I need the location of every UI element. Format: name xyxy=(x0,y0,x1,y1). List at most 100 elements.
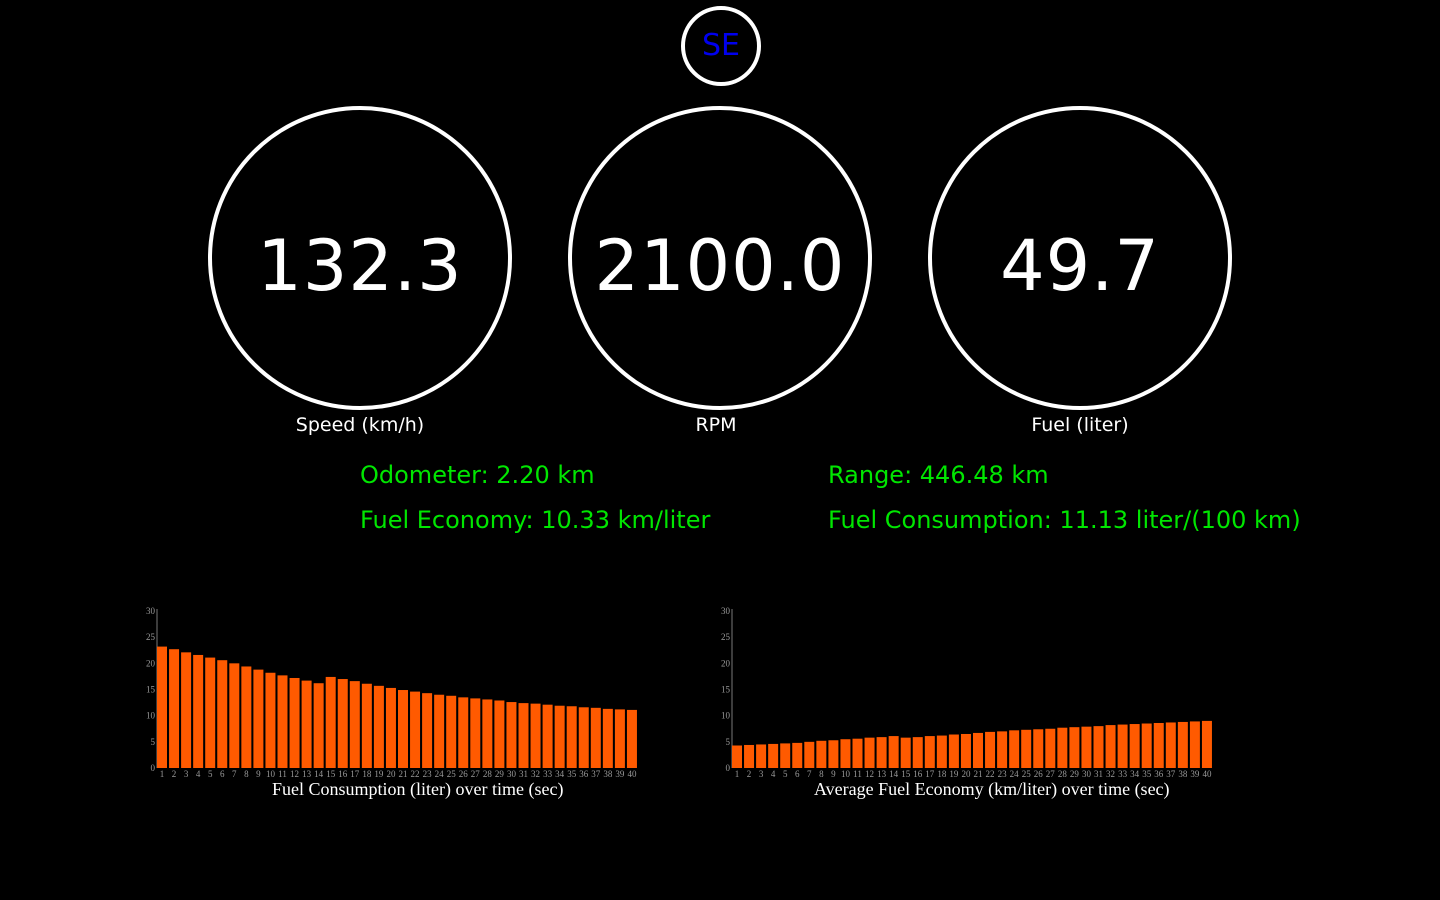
fuel-consumption-bar xyxy=(518,703,529,768)
fuel-economy-x-tick-label: 33 xyxy=(1118,769,1128,779)
fuel-consumption-bar xyxy=(554,705,565,768)
range-readout: Range: 446.48 km xyxy=(828,461,1049,489)
fuel-economy-x-tick-label: 37 xyxy=(1166,769,1176,779)
fuel-economy-x-tick-label: 39 xyxy=(1190,769,1200,779)
fuel-consumption-x-tick-label: 39 xyxy=(615,769,625,779)
fuel-economy-x-tick-label: 14 xyxy=(889,769,899,779)
fuel-consumption-x-tick-label: 23 xyxy=(423,769,433,779)
fuel-economy-bar xyxy=(744,744,755,768)
fuel-consumption-bar xyxy=(205,657,216,768)
fuel-consumption-bar xyxy=(289,677,300,768)
fuel-consumption-bar xyxy=(277,675,288,768)
fuel-economy-bar xyxy=(888,736,899,768)
fuel-consumption-bar xyxy=(361,683,372,768)
fuel-consumption-x-tick-label: 29 xyxy=(495,769,505,779)
fuel-consumption-x-tick-label: 33 xyxy=(543,769,553,779)
speed-gauge: 132.3 xyxy=(208,106,512,410)
fuel-consumption-x-tick-label: 24 xyxy=(435,769,445,779)
fuel-economy-bar xyxy=(1177,721,1188,768)
fuel-economy-bar xyxy=(985,731,996,768)
fuel-economy-bar xyxy=(936,735,947,768)
fuel-consumption-x-tick-label: 17 xyxy=(350,769,360,779)
fuel-economy-bar xyxy=(828,740,839,768)
fuel-consumption-x-tick-label: 3 xyxy=(184,769,189,779)
fuel-consumption-x-tick-label: 16 xyxy=(338,769,348,779)
fuel-economy-chart: 0 5 10 15 20 25 30 1 2 3 4 5 6 7 8 9 10 11 12 13 14 15 16 17 18 1… xyxy=(712,600,1222,788)
fuel-economy-x-tick-label: 12 xyxy=(865,769,874,779)
fuel-consumption-bar xyxy=(470,698,481,768)
odometer-readout: Odometer: 2.20 km xyxy=(360,461,595,489)
fuel-consumption-x-tick-label: 26 xyxy=(459,769,469,779)
rpm-value: 2100.0 xyxy=(594,225,846,307)
fuel-consumption-bar xyxy=(157,646,167,768)
fuel-economy-bar xyxy=(1033,729,1044,768)
fuel-consumption-bar xyxy=(422,693,433,768)
fuel-consumption-y-tick-label: 10 xyxy=(146,711,156,721)
fuel-consumption-chart-title: Fuel Consumption (liter) over time (sec) xyxy=(272,779,564,799)
fuel-consumption-bar xyxy=(181,652,192,768)
rpm-label: RPM xyxy=(695,414,737,436)
fuel-consumption-bar xyxy=(169,649,180,768)
fuel-consumption-x-tick-label: 12 xyxy=(290,769,299,779)
compass-heading: SE xyxy=(681,6,761,86)
fuel-economy-y-tick-label: 20 xyxy=(721,658,731,668)
fuel-label: Fuel (liter) xyxy=(1031,414,1129,436)
fuel-consumption-bar xyxy=(446,695,457,768)
fuel-consumption-chart: 0 5 10 15 20 25 30 1 2 3 4 5 6 7 8 9 10 11 12 13 14 15 16 17 18 1… xyxy=(138,600,648,788)
fuel-economy-bar xyxy=(1129,724,1140,768)
fuel-value: 49.7 xyxy=(1000,225,1160,307)
fuel-consumption-x-tick-label: 40 xyxy=(627,769,637,779)
fuel-economy-x-tick-label: 20 xyxy=(961,769,971,779)
dashboard: SE 132.3 Speed (km/h) 2100.0 RPM 49.7 Fu… xyxy=(0,0,1440,900)
fuel-consumption-x-tick-label: 2 xyxy=(172,769,177,779)
fuel-consumption-y-tick-label: 20 xyxy=(146,658,156,668)
fuel-economy-x-tick-label: 27 xyxy=(1046,769,1056,779)
fuel-economy-bar xyxy=(768,743,779,768)
fuel-consumption-x-tick-label: 36 xyxy=(579,769,589,779)
fuel-consumption-bar xyxy=(301,680,312,768)
fuel-economy-x-tick-label: 11 xyxy=(853,769,862,779)
fuel-consumption-x-tick-label: 20 xyxy=(386,769,396,779)
fuel-economy-x-tick-label: 2 xyxy=(747,769,752,779)
fuel-economy-x-tick-label: 40 xyxy=(1202,769,1212,779)
fuel-consumption-bar xyxy=(229,663,240,768)
fuel-economy-bar xyxy=(912,737,923,768)
fuel-economy-x-tick-label: 22 xyxy=(986,769,995,779)
fuel-consumption-bar xyxy=(325,676,336,768)
fuel-consumption-x-tick-label: 37 xyxy=(591,769,601,779)
fuel-economy-chart-svg: 0510152025301 2 3 4 5 6 7 8 9 10 11 12 13 14 15 16 17 18 1… xyxy=(721,606,1212,779)
fuel-economy-bar xyxy=(876,737,887,768)
fuel-consumption-bar xyxy=(578,707,589,768)
fuel-economy-x-tick-label: 3 xyxy=(759,769,764,779)
fuel-economy-y-tick-label: 15 xyxy=(721,685,731,695)
fuel-economy-bar xyxy=(1153,722,1164,768)
fuel-consumption-bar xyxy=(373,685,384,768)
fuel-consumption-x-tick-label: 4 xyxy=(196,769,201,779)
fuel-economy-bar xyxy=(1141,723,1152,768)
fuel-economy-x-tick-label: 29 xyxy=(1070,769,1080,779)
fuel-economy-x-tick-label: 30 xyxy=(1082,769,1092,779)
fuel-consumption-y-tick-label: 5 xyxy=(151,737,156,747)
fuel-economy-y-tick-label: 25 xyxy=(721,632,731,642)
fuel-economy-bar xyxy=(960,733,971,768)
fuel-consumption-bar xyxy=(434,694,445,768)
fuel-economy-x-tick-label: 31 xyxy=(1094,769,1103,779)
fuel-economy-x-tick-label: 32 xyxy=(1106,769,1115,779)
fuel-economy-y-tick-label: 10 xyxy=(721,711,731,721)
fuel-consumption-bar xyxy=(193,654,204,768)
fuel-economy-x-tick-label: 34 xyxy=(1130,769,1140,779)
heading-text: SE xyxy=(702,28,740,63)
fuel-economy-x-tick-label: 24 xyxy=(1010,769,1020,779)
fuel-consumption-x-tick-label: 34 xyxy=(555,769,565,779)
fuel-economy-chart-title: Average Fuel Economy (km/liter) over tim… xyxy=(814,779,1170,799)
fuel-consumption-bar xyxy=(265,672,276,768)
fuel-consumption-x-tick-label: 19 xyxy=(374,769,384,779)
fuel-economy-bar xyxy=(1201,720,1212,768)
fuel-economy-bar xyxy=(840,739,851,768)
fuel-consumption-bar xyxy=(458,697,469,768)
fuel-economy-bar xyxy=(973,732,983,768)
fuel-consumption-bar xyxy=(626,709,637,768)
fuel-consumption-x-tick-label: 7 xyxy=(232,769,237,779)
fuel-economy-x-tick-label: 25 xyxy=(1022,769,1031,779)
fuel-consumption-bar xyxy=(410,691,421,768)
